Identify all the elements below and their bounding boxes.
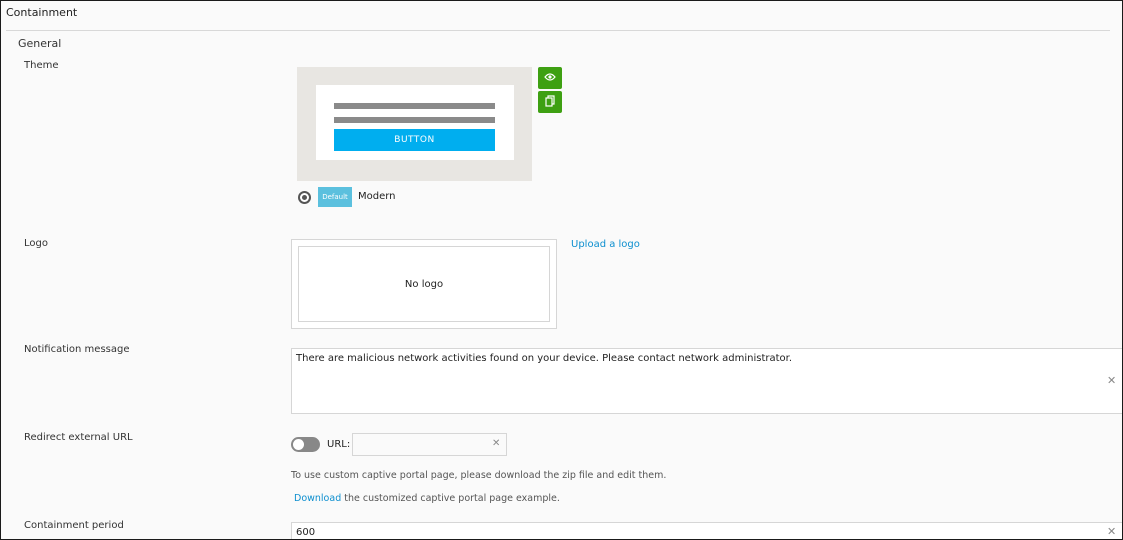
theme-preview-card: BUTTON [316, 85, 514, 160]
theme-radio-modern[interactable] [298, 191, 311, 204]
containment-period-input[interactable]: 600 [291, 522, 1122, 539]
logo-placeholder: No logo [298, 246, 550, 322]
preview-text-line [334, 117, 495, 123]
download-link[interactable]: Download [294, 493, 341, 504]
redirect-label: Redirect external URL [24, 432, 133, 443]
notification-message-text: There are malicious network activities f… [296, 353, 793, 364]
copy-theme-button[interactable] [538, 91, 562, 113]
notification-message-field[interactable]: There are malicious network activities f… [291, 348, 1122, 414]
preview-button: BUTTON [334, 129, 495, 151]
captive-portal-help: To use custom captive portal page, pleas… [291, 470, 667, 481]
url-label: URL: [327, 439, 351, 450]
clear-notification-icon[interactable]: ✕ [1107, 374, 1116, 387]
upload-logo-link[interactable]: Upload a logo [571, 239, 640, 250]
clear-url-icon[interactable]: ✕ [492, 438, 500, 449]
notification-label: Notification message [24, 344, 130, 355]
preview-text-line [334, 103, 495, 109]
preview-theme-button[interactable] [538, 67, 562, 89]
section-heading: General [18, 37, 62, 50]
page-title: Containment [6, 6, 78, 19]
url-input[interactable] [352, 433, 507, 456]
containment-panel: Containment General Theme BUTTON Default… [0, 0, 1123, 540]
logo-preview: No logo [291, 239, 557, 329]
download-suffix: the customized captive portal page examp… [341, 493, 560, 504]
containment-period-value: 600 [296, 527, 316, 538]
clear-period-icon[interactable]: ✕ [1107, 525, 1116, 538]
title-divider [6, 30, 1110, 31]
default-badge: Default [318, 187, 352, 207]
containment-period-label: Containment period [24, 520, 124, 531]
download-line: Download the customized captive portal p… [294, 493, 560, 504]
eye-icon [544, 72, 556, 85]
copy-icon [545, 94, 555, 110]
theme-name: Modern [358, 191, 396, 202]
redirect-toggle[interactable] [291, 437, 320, 452]
theme-preview: BUTTON [297, 67, 532, 181]
theme-label: Theme [24, 60, 59, 71]
logo-label: Logo [24, 238, 48, 249]
